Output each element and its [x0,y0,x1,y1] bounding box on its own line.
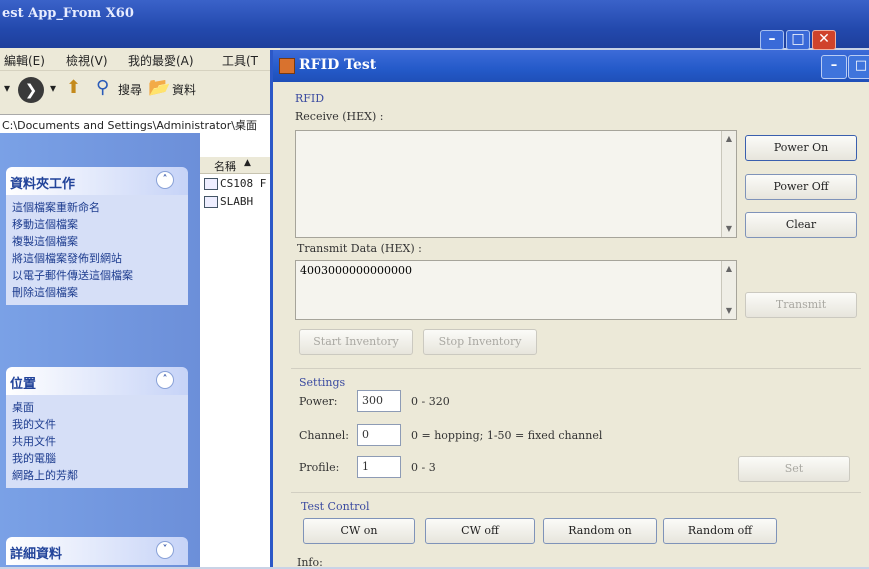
task-link[interactable]: 複製這個檔案 [12,233,182,250]
settings-group-label: Settings [299,376,346,389]
channel-input[interactable]: 0 [357,424,401,446]
task-panel-title: 位置 [10,377,37,392]
scroll-up-icon[interactable]: ▲ [723,133,735,145]
file-list: 名稱 ▲ CS108 F SLABH [200,133,280,567]
cw-off-button[interactable]: CW off [425,518,535,544]
receive-textbox[interactable]: ▲ ▼ [295,130,737,238]
explorer-toolbar: ▾ ❯ ▾ ⬆ ⚲ 搜尋 📂 資料 [0,70,280,115]
start-inventory-button[interactable]: Start Inventory [299,329,413,355]
rfid-window-title: RFID Test [299,57,377,73]
scroll-down-icon[interactable]: ▼ [723,305,735,317]
task-panel-header[interactable]: 位置 ˄ [6,367,188,395]
power-label: Power: [299,395,338,408]
collapse-icon[interactable]: ˄ [156,171,174,189]
explorer-title: est App_From X60 [2,6,134,21]
scroll-up-icon[interactable]: ▲ [723,263,735,275]
folders-icon[interactable]: 📂 [148,77,170,98]
menu-favorites[interactable]: 我的最愛(A) [128,52,194,69]
task-link[interactable]: 以電子郵件傳送這個檔案 [12,267,182,284]
menu-view[interactable]: 檢視(V) [66,52,108,69]
test-control-group-label: Test Control [301,500,370,513]
transmit-text: 4003000000000000 [300,264,412,277]
forward-icon[interactable]: ❯ [18,77,44,103]
cw-on-button[interactable]: CW on [303,518,415,544]
transmit-label: Transmit Data (HEX) : [297,242,422,255]
task-link[interactable]: 移動這個檔案 [12,216,182,233]
place-link[interactable]: 我的文件 [12,416,182,433]
power-off-button[interactable]: Power Off [745,174,857,200]
address-bar[interactable]: C:\Documents and Settings\Administrator\… [0,114,280,133]
random-off-button[interactable]: Random off [663,518,777,544]
power-on-button[interactable]: Power On [745,135,857,161]
search-icon[interactable]: ⚲ [96,77,109,98]
address-text: C:\Documents and Settings\Administrator\… [2,119,258,132]
receive-scrollbar[interactable]: ▲ ▼ [721,131,736,237]
clear-button[interactable]: Clear [745,212,857,238]
transmit-textbox[interactable]: 4003000000000000 ▲ ▼ [295,260,737,320]
task-link[interactable]: 刪除這個檔案 [12,284,182,301]
rfid-test-window: RFID Test – □ RFID Receive (HEX) : ▲ ▼ P… [270,50,869,569]
file-item[interactable]: CS108 F [204,177,266,190]
random-on-button[interactable]: Random on [543,518,657,544]
rfid-body: RFID Receive (HEX) : ▲ ▼ Power On Power … [273,82,869,569]
stop-inventory-button[interactable]: Stop Inventory [423,329,537,355]
back-dropdown-icon[interactable]: ▾ [4,81,10,95]
profile-label: Profile: [299,461,340,474]
maximize-button[interactable]: □ [848,55,869,79]
divider [291,368,861,369]
profile-range-hint: 0 - 3 [411,461,436,474]
file-name: SLABH [220,195,254,208]
collapse-icon[interactable]: ˄ [156,371,174,389]
place-link[interactable]: 網路上的芳鄰 [12,467,182,484]
channel-range-hint: 0 = hopping; 1-50 = fixed channel [411,429,603,442]
task-link[interactable]: 這個檔案重新命名 [12,199,182,216]
expand-icon[interactable]: ˅ [156,541,174,559]
task-panel-details: 詳細資料 ˅ [6,537,188,565]
file-icon [204,178,218,190]
menu-edit[interactable]: 編輯(E) [4,52,45,69]
maximize-button[interactable]: □ [786,30,810,50]
close-button[interactable]: ✕ [812,30,836,50]
divider [291,492,861,493]
column-header-name[interactable]: 名稱 ▲ [200,157,280,174]
forward-dropdown-icon[interactable]: ▾ [50,81,56,95]
menu-tools[interactable]: 工具(T [222,52,258,69]
set-button[interactable]: Set [738,456,850,482]
receive-label: Receive (HEX) : [295,110,384,123]
file-name: CS108 F [220,177,267,190]
task-panel-places: 位置 ˄ 桌面 我的文件 共用文件 我的電腦 網路上的芳鄰 [6,367,188,488]
info-label: Info: [297,556,323,569]
sort-ascending-icon: ▲ [244,158,251,168]
power-input[interactable]: 300 [357,390,401,412]
file-icon [204,196,218,208]
column-header-label: 名稱 [214,160,236,173]
transmit-scrollbar[interactable]: ▲ ▼ [721,261,736,319]
app-icon [279,58,295,74]
task-panel-title: 資料夾工作 [10,177,76,192]
folders-label[interactable]: 資料 [172,81,196,98]
task-panel-header[interactable]: 資料夾工作 ˄ [6,167,188,195]
profile-input[interactable]: 1 [357,456,401,478]
rfid-titlebar[interactable]: RFID Test – □ [273,50,869,82]
place-link[interactable]: 桌面 [12,399,182,416]
task-panel-header[interactable]: 詳細資料 ˅ [6,537,188,565]
file-item[interactable]: SLABH [204,195,253,208]
task-link[interactable]: 將這個檔案發佈到網站 [12,250,182,267]
channel-label: Channel: [299,429,349,442]
scroll-down-icon[interactable]: ▼ [723,223,735,235]
task-panel-folder: 資料夾工作 ˄ 這個檔案重新命名 移動這個檔案 複製這個檔案 將這個檔案發佈到網… [6,167,188,305]
search-label[interactable]: 搜尋 [118,81,142,98]
task-panel-title: 詳細資料 [10,547,63,562]
minimize-button[interactable]: – [760,30,784,50]
place-link[interactable]: 共用文件 [12,433,182,450]
up-folder-icon[interactable]: ⬆ [66,77,81,98]
transmit-button[interactable]: Transmit [745,292,857,318]
explorer-titlebar[interactable]: est App_From X60 – □ ✕ [0,0,869,50]
rfid-group-label: RFID [295,92,325,105]
minimize-button[interactable]: – [821,55,847,79]
power-range-hint: 0 - 320 [411,395,450,408]
place-link[interactable]: 我的電腦 [12,450,182,467]
task-pane: 資料夾工作 ˄ 這個檔案重新命名 移動這個檔案 複製這個檔案 將這個檔案發佈到網… [0,133,200,567]
explorer-menubar: 編輯(E) 檢視(V) 我的最愛(A) 工具(T [0,48,280,70]
